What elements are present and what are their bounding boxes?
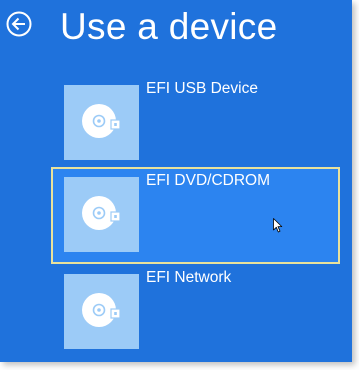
- device-tile: [64, 85, 139, 160]
- mouse-pointer-icon: [273, 218, 283, 233]
- device-tile: [64, 177, 139, 252]
- disc-drive-icon: [82, 196, 121, 230]
- device-label: EFI Network: [146, 269, 232, 286]
- device-label: EFI USB Device: [146, 80, 258, 97]
- device-option-network[interactable]: EFI Network: [0, 269, 352, 358]
- device-option-dvd[interactable]: EFI DVD/CDROM: [0, 167, 352, 264]
- device-label: EFI DVD/CDROM: [146, 172, 270, 189]
- disc-drive-icon: [82, 293, 121, 327]
- page-title: Use a device: [60, 6, 278, 47]
- device-option-usb[interactable]: EFI USB Device: [0, 80, 352, 169]
- disc-drive-icon: [82, 104, 121, 138]
- use-a-device-screen: Use a device EFI USB Device EFI DVD/CDRO…: [0, 0, 352, 362]
- back-button[interactable]: [6, 11, 32, 37]
- device-tile: [64, 274, 139, 349]
- back-arrow-circle-icon: [6, 11, 32, 37]
